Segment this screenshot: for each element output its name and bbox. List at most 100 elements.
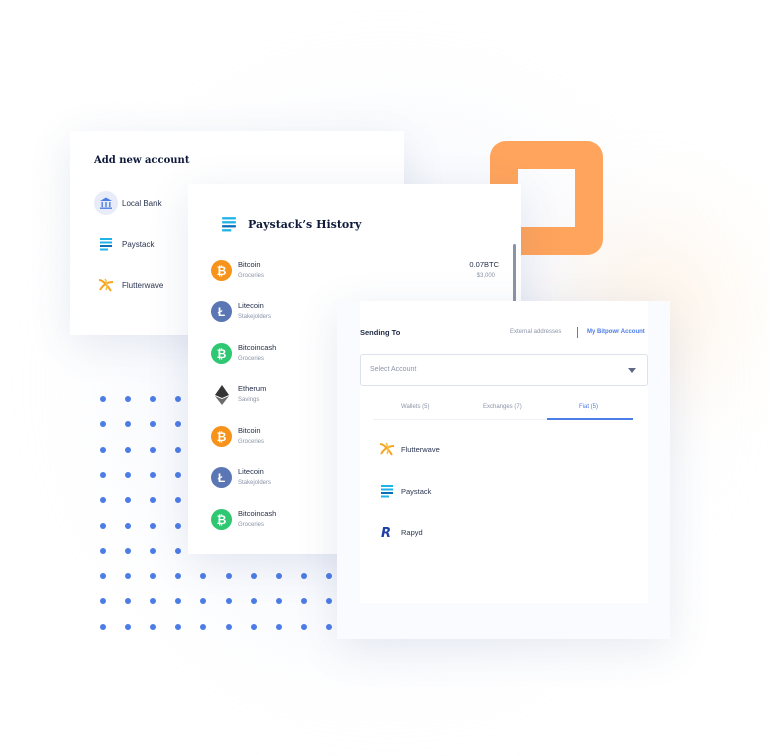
dot [325, 598, 332, 605]
bitcoincash-icon: ₿ [211, 509, 232, 530]
tab-wallets[interactable]: Wallets (5) [401, 404, 429, 410]
tab-fiat[interactable]: Fiat (5) [579, 404, 598, 410]
bitcoin-icon: ₿ [211, 260, 232, 281]
transaction-name: Bitcoincash [238, 509, 277, 518]
dot [325, 573, 332, 580]
litecoin-icon: Ł [211, 301, 232, 322]
account-option-flutterwave[interactable]: Flutterwave [94, 273, 163, 297]
dot [125, 598, 132, 605]
history-title: Paystack’s History [248, 218, 362, 231]
dot [100, 446, 106, 453]
dot [150, 623, 157, 630]
ethereum-icon [211, 384, 232, 405]
transaction-category: Stakejolders [238, 314, 272, 320]
dot [125, 471, 132, 478]
dot [125, 573, 132, 580]
transaction-category: Groceries [238, 522, 265, 528]
dot [200, 573, 207, 580]
dot [250, 598, 257, 605]
flutterwave-icon [94, 273, 118, 297]
dot [225, 623, 232, 630]
select-account-dropdown[interactable]: Select Account [360, 354, 648, 386]
provider-option-flutterwave[interactable]: Flutterwave [377, 439, 440, 459]
dot [300, 598, 307, 605]
account-option-local-bank[interactable]: Local Bank [94, 191, 162, 215]
bitcoincash-icon: ₿ [211, 343, 232, 364]
tab-separator [577, 327, 578, 338]
dot [175, 573, 182, 580]
dot [175, 497, 182, 504]
transaction-name: Etherum [238, 384, 267, 393]
dot [125, 396, 132, 402]
transaction-category: Stakejolders [238, 480, 272, 486]
tab-external-addresses[interactable]: External addresses [510, 329, 561, 335]
dot [175, 623, 182, 630]
dot [175, 471, 182, 478]
dot [200, 623, 207, 630]
dot [150, 522, 157, 529]
dot [275, 598, 282, 605]
paystack-icon [377, 481, 397, 501]
dot [150, 547, 157, 554]
dot [325, 623, 332, 630]
provider-option-paystack[interactable]: Paystack [377, 481, 431, 501]
dot [200, 598, 207, 605]
account-option-paystack[interactable]: Paystack [94, 232, 154, 256]
dot [250, 623, 257, 630]
transaction-fiat-amount: $3,000 [476, 273, 495, 279]
dot [100, 396, 106, 402]
select-account-placeholder: Select Account [370, 366, 417, 373]
dot [150, 421, 157, 428]
sending-to-card: Sending To External addresses My Bitpowr… [337, 301, 670, 639]
history-scrollbar[interactable] [513, 244, 516, 302]
rapyd-icon: R [377, 522, 397, 542]
dot [300, 573, 307, 580]
tab-exchanges[interactable]: Exchanges (7) [483, 404, 522, 410]
dot [275, 623, 282, 630]
dot [250, 573, 257, 580]
provider-label: Paystack [401, 486, 432, 496]
dot [175, 421, 182, 428]
transaction-category: Groceries [238, 439, 265, 445]
tab-my-bitpowr-account[interactable]: My Bitpowr Account [587, 329, 645, 335]
provider-label: Flutterwave [401, 444, 440, 454]
transaction-name: Bitcoin [238, 426, 261, 435]
dot [125, 446, 132, 453]
transaction-row[interactable]: ₿ Bitcoin Groceries 0.07BTC $3,000 [211, 258, 501, 286]
dot [175, 598, 182, 605]
dot [175, 396, 182, 402]
account-option-label: Flutterwave [122, 280, 164, 290]
dot [175, 446, 182, 453]
transaction-name: Litecoin [238, 301, 264, 310]
dot [150, 446, 157, 453]
active-tab-indicator [547, 418, 633, 420]
litecoin-icon: Ł [211, 467, 232, 488]
sending-title: Sending To [360, 328, 401, 337]
dot [125, 421, 132, 428]
dot [175, 522, 182, 529]
dot [100, 547, 106, 554]
transaction-name: Bitcoin [238, 260, 261, 269]
transaction-category: Groceries [238, 356, 265, 362]
provider-option-rapyd[interactable]: R Rapyd [377, 522, 423, 542]
dot [125, 623, 132, 630]
dot [175, 547, 182, 554]
dot [150, 497, 157, 504]
dot [100, 471, 106, 478]
flutterwave-icon [377, 439, 397, 459]
paystack-icon [94, 232, 118, 256]
bitcoin-icon: ₿ [211, 426, 232, 447]
dot [150, 396, 157, 402]
dot [125, 497, 132, 504]
dot [150, 598, 157, 605]
dot [100, 598, 106, 605]
dot [100, 522, 106, 529]
account-option-label: Paystack [122, 239, 155, 249]
dot [275, 573, 282, 580]
dot [125, 522, 132, 529]
transaction-category: Groceries [238, 273, 265, 279]
transaction-name: Bitcoincash [238, 343, 277, 352]
dot [100, 573, 106, 580]
transaction-amount: 0.07BTC [469, 260, 499, 269]
svg-text:R: R [381, 526, 391, 539]
